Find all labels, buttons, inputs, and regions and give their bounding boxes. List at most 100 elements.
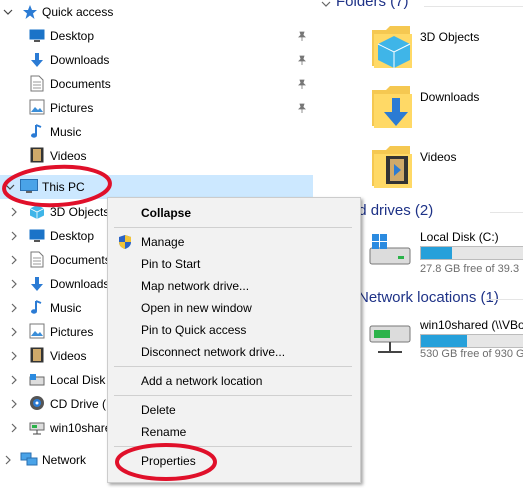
menu-item-collapse[interactable]: Collapse <box>110 202 358 224</box>
nav-label: Videos <box>50 149 87 163</box>
download-arrow-icon <box>28 51 46 69</box>
computer-icon <box>20 178 38 196</box>
pin-icon <box>296 102 308 114</box>
drive-label: Local Disk (C:) <box>420 230 499 244</box>
chevron-right-icon[interactable] <box>8 302 20 314</box>
pin-icon <box>296 54 308 66</box>
section-header-folders[interactable]: Folders (7) <box>336 0 409 10</box>
chevron-down-icon[interactable] <box>4 181 16 193</box>
menu-item-rename[interactable]: Rename <box>110 421 358 443</box>
film-strip-icon <box>28 346 46 364</box>
chevron-right-icon[interactable] <box>2 454 14 466</box>
nav-label: Downloads <box>50 277 110 291</box>
nav-label: Quick access <box>42 5 114 19</box>
nav-qa-documents[interactable]: Documents <box>0 72 313 96</box>
nav-label: Desktop <box>50 29 95 43</box>
chevron-right-icon[interactable] <box>8 206 20 218</box>
drive-usage-bar <box>420 334 523 348</box>
nav-label: Downloads <box>50 53 110 67</box>
nav-label: Pictures <box>50 325 94 339</box>
chevron-right-icon[interactable] <box>8 254 20 266</box>
download-arrow-icon <box>28 275 46 293</box>
menu-label: Add a network location <box>141 374 263 388</box>
drive-tile-local-disk[interactable]: Local Disk (C:) 27.8 GB free of 39.3 <box>364 226 523 278</box>
uac-shield-icon <box>118 234 132 253</box>
nav-label: Desktop <box>50 229 95 243</box>
menu-item-delete[interactable]: Delete <box>110 399 358 421</box>
chevron-right-icon[interactable] <box>8 374 20 386</box>
nav-label: Documents <box>50 77 111 91</box>
network-drive-icon <box>28 419 46 437</box>
drive-usage-fill <box>421 247 453 259</box>
section-header-network-locations[interactable]: Network locations (1) <box>358 289 499 306</box>
nav-label: Videos <box>50 349 87 363</box>
menu-label: Map network drive... <box>141 279 250 293</box>
pin-icon <box>296 78 308 90</box>
cube-icon <box>28 203 46 221</box>
chevron-right-icon[interactable] <box>8 230 20 242</box>
star-icon <box>21 3 39 21</box>
folder-label: Videos <box>420 150 457 164</box>
film-strip-icon <box>28 146 46 164</box>
chevron-right-icon[interactable] <box>8 350 20 362</box>
network-drive-icon <box>368 318 412 365</box>
chevron-right-icon[interactable] <box>8 326 20 338</box>
nav-label: Music <box>50 301 82 315</box>
menu-label: Pin to Quick access <box>141 323 247 337</box>
menu-label: Disconnect network drive... <box>141 345 286 359</box>
nav-qa-music[interactable]: Music <box>0 120 313 144</box>
nav-qa-downloads[interactable]: Downloads <box>0 48 313 72</box>
nav-label: Documents <box>50 253 111 267</box>
hard-drive-icon <box>368 230 412 273</box>
menu-item-disconnect-network-drive[interactable]: Disconnect network drive... <box>110 341 358 363</box>
nav-qa-videos[interactable]: Videos <box>0 144 313 168</box>
menu-label: Delete <box>141 403 176 417</box>
desktop-icon <box>28 27 46 45</box>
folder-tile-videos[interactable]: Videos <box>370 140 520 192</box>
nav-quick-access[interactable]: Quick access <box>0 0 313 24</box>
nav-qa-desktop[interactable]: Desktop <box>0 24 313 48</box>
document-icon <box>28 250 46 268</box>
menu-item-add-network-location[interactable]: Add a network location <box>110 370 358 392</box>
chevron-right-icon[interactable] <box>8 278 20 290</box>
chevron-down-icon[interactable] <box>2 6 14 18</box>
desktop-icon <box>28 227 46 245</box>
folder-label: 3D Objects <box>420 30 480 44</box>
chevron-down-icon[interactable] <box>320 0 332 10</box>
drive-usage-fill <box>421 335 468 347</box>
folder-tile-3d-objects[interactable]: 3D Objects <box>370 20 520 72</box>
hard-drive-icon <box>28 371 46 389</box>
menu-separator <box>114 446 352 447</box>
section-divider <box>424 6 523 7</box>
folder-downloads-icon <box>370 82 414 133</box>
menu-item-properties[interactable]: Properties <box>110 450 358 472</box>
pictures-icon <box>28 322 46 340</box>
drive-free-text: 27.8 GB free of 39.3 <box>420 263 520 275</box>
menu-label: Open in new window <box>141 301 252 315</box>
nav-label: Network <box>42 453 87 467</box>
nav-this-pc[interactable]: This PC <box>0 175 313 199</box>
music-note-icon <box>28 298 46 316</box>
menu-label: Rename <box>141 425 187 439</box>
nav-label: 3D Objects <box>50 205 110 219</box>
folder-3d-objects-icon <box>370 22 414 73</box>
menu-item-manage[interactable]: Manage <box>110 231 358 253</box>
pictures-icon <box>28 98 46 116</box>
menu-label: Manage <box>141 235 185 249</box>
section-divider <box>486 299 523 300</box>
chevron-right-icon[interactable] <box>8 422 20 434</box>
menu-item-open-new-window[interactable]: Open in new window <box>110 297 358 319</box>
section-divider <box>490 212 523 213</box>
nav-qa-pictures[interactable]: Pictures <box>0 96 313 120</box>
nav-label: This PC <box>42 180 85 194</box>
drive-tile-win10shared[interactable]: win10shared (\\VBoxSvr) 530 GB free of 9… <box>364 314 523 366</box>
chevron-right-icon[interactable] <box>8 398 20 410</box>
menu-item-pin-quick-access[interactable]: Pin to Quick access <box>110 319 358 341</box>
drive-free-text: 530 GB free of 930 GB <box>420 348 523 360</box>
menu-item-map-network-drive[interactable]: Map network drive... <box>110 275 358 297</box>
context-menu: Collapse Manage Pin to Start Map network… <box>107 197 361 483</box>
menu-item-pin-to-start[interactable]: Pin to Start <box>110 253 358 275</box>
folder-videos-icon <box>370 142 414 193</box>
folder-tile-downloads[interactable]: Downloads <box>370 80 520 132</box>
menu-label: Properties <box>141 454 196 468</box>
